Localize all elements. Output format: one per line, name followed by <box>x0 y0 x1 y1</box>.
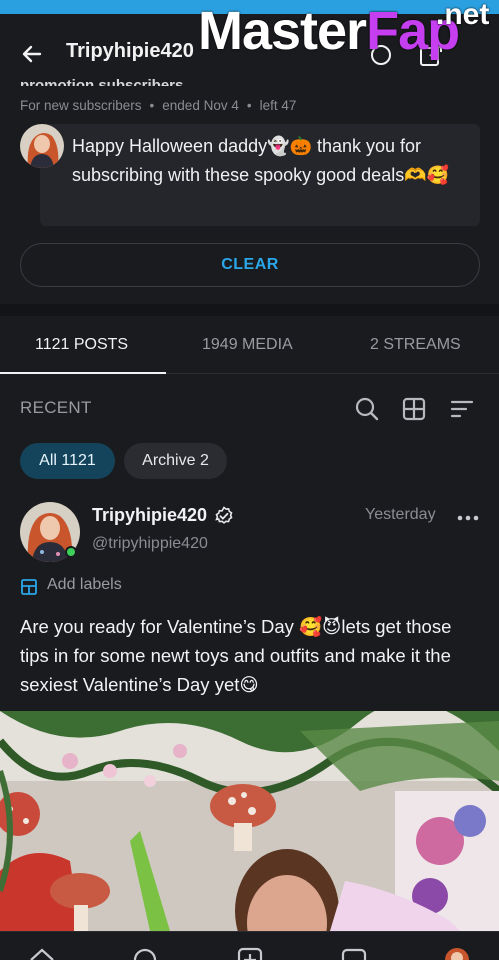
page-title: Tripyhipie420 <box>66 40 194 62</box>
more-options-icon[interactable] <box>456 508 480 528</box>
arrow-left-icon <box>22 45 42 63</box>
sort-label: RECENT <box>20 398 92 417</box>
post-timestamp: Yesterday <box>365 506 436 523</box>
active-tab-indicator <box>0 372 166 374</box>
promo-meta: For new subscribers • ended Nov 4 • left 47 <box>20 98 297 113</box>
promo-title: promotion subscribers <box>20 77 184 86</box>
profile-avatar[interactable] <box>443 946 471 960</box>
section-divider <box>0 304 499 316</box>
search-icon[interactable] <box>131 946 159 960</box>
bottom-navigation <box>0 931 499 960</box>
profile-tabs: 1121 POSTS 1949 MEDIA 2 STREAMS <box>0 316 499 374</box>
label-icon <box>21 579 37 595</box>
online-status-indicator <box>65 546 77 558</box>
post-author-handle[interactable]: @tripyhippie420 <box>92 535 208 553</box>
watermark-logo: MasterFap <box>198 1 460 61</box>
grid-icon[interactable] <box>401 396 427 422</box>
tab-streams[interactable]: 2 STREAMS <box>370 336 461 354</box>
promo-left: left 47 <box>259 98 297 113</box>
post-media-image[interactable] <box>0 711 499 931</box>
add-post-icon[interactable] <box>236 946 264 960</box>
promo-ended: ended Nov 4 <box>162 98 239 113</box>
post-author-name[interactable]: Tripyhipie420 <box>92 505 207 526</box>
tab-posts[interactable]: 1121 POSTS <box>35 336 128 354</box>
home-icon[interactable] <box>28 946 56 960</box>
promo-audience: For new subscribers <box>20 98 142 113</box>
messages-icon[interactable] <box>340 946 368 960</box>
promo-message: Happy Halloween daddy👻🎃 thank you for su… <box>72 136 450 185</box>
tab-media[interactable]: 1949 MEDIA <box>202 336 293 354</box>
verified-badge-icon <box>215 506 233 524</box>
clear-button[interactable]: CLEAR <box>20 243 480 287</box>
watermark-net: .net <box>436 0 490 31</box>
post-body: Are you ready for Valentine’s Day 🥰😈lets… <box>20 616 452 695</box>
filter-all-chip[interactable]: All 1121 <box>20 443 115 479</box>
filter-archive-chip[interactable]: Archive 2 <box>124 443 227 479</box>
avatar[interactable] <box>20 124 64 168</box>
sort-icon[interactable] <box>449 396 475 422</box>
add-labels-label: Add labels <box>47 576 122 593</box>
search-icon[interactable] <box>354 396 380 422</box>
back-button[interactable] <box>14 36 50 72</box>
